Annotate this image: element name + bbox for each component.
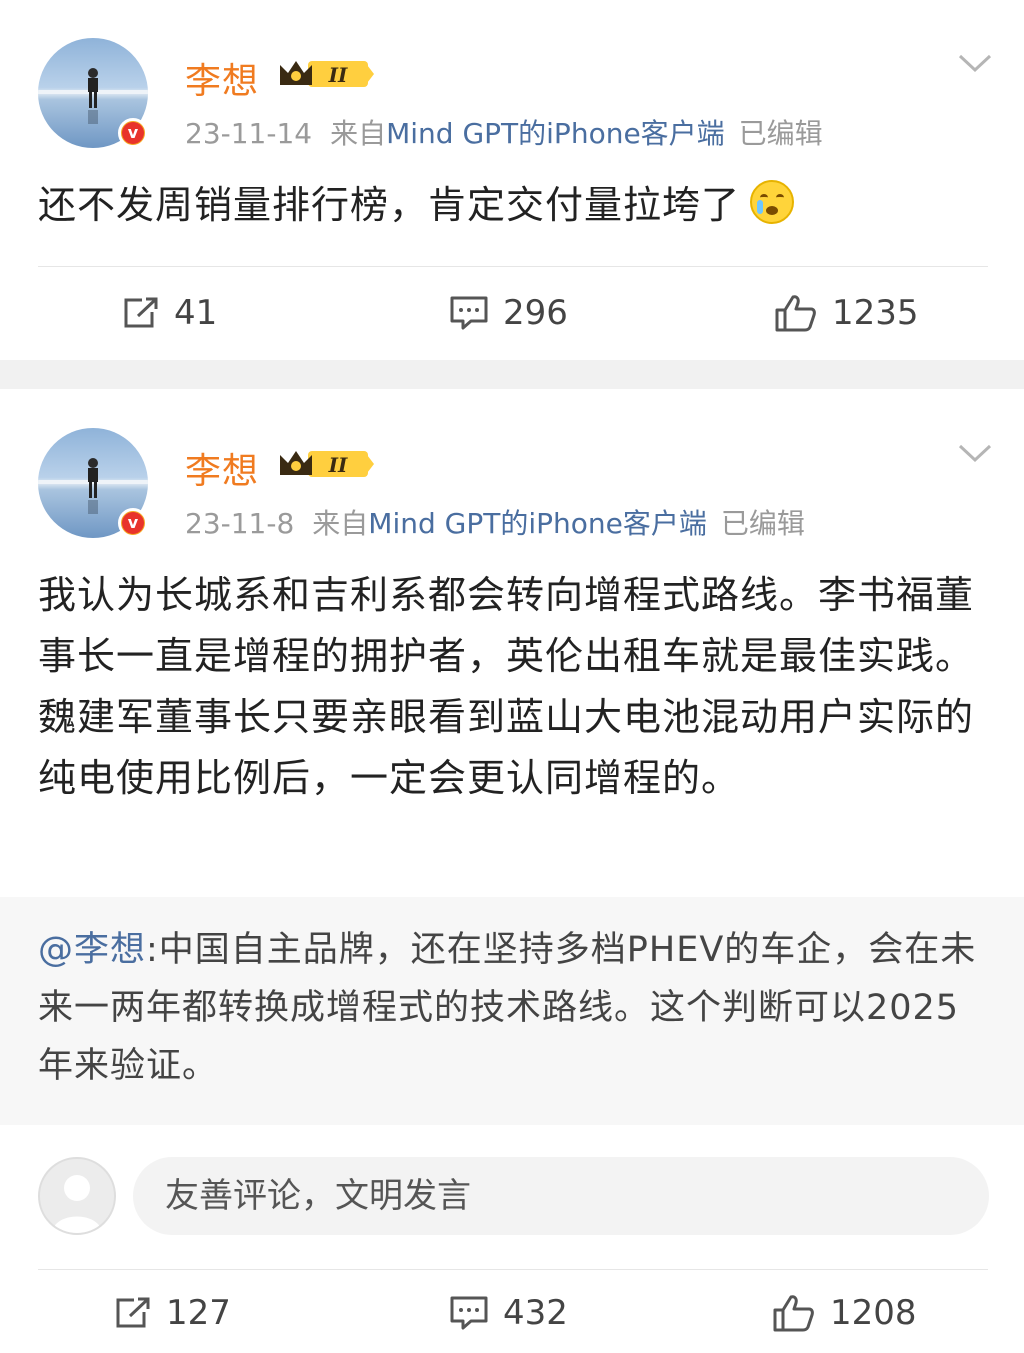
source-prefix: 来自 xyxy=(312,507,369,540)
post-date: 23-11-14 xyxy=(185,117,313,150)
quoted-post[interactable]: @李想:中国自主品牌，还在坚持多档PHEV的车企，会在未来一两年都转换成增程式的… xyxy=(0,897,1024,1125)
comment-count: 296 xyxy=(503,293,568,333)
post-meta: 23-11-14 来自Mind GPT的iPhone客户端 已编辑 xyxy=(185,112,823,152)
svg-text:II: II xyxy=(328,63,348,87)
post-separator xyxy=(0,360,1024,389)
post-content[interactable]: 还不发周销量排行榜，肯定交付量拉垮了 xyxy=(38,175,988,236)
chevron-down-icon[interactable] xyxy=(958,52,992,74)
source-prefix: 来自 xyxy=(330,117,387,150)
divider xyxy=(38,1269,988,1270)
default-avatar-icon xyxy=(52,1175,102,1233)
vip-crown-badge-icon[interactable]: II xyxy=(278,57,376,91)
edited-label[interactable]: 已编辑 xyxy=(739,117,823,150)
repost-count: 41 xyxy=(174,293,218,333)
action-bar: 41 296 1235 xyxy=(0,283,1024,343)
quoted-body: :中国自主品牌，还在坚持多档PHEV的车企，会在未来一两年都转换成增程式的技术路… xyxy=(38,930,977,1086)
comment-button[interactable]: 296 xyxy=(449,283,568,343)
repost-button[interactable]: 127 xyxy=(114,1283,231,1343)
post-text: 还不发周销量排行榜，肯定交付量拉垮了 xyxy=(38,183,741,227)
action-bar: 127 432 1208 xyxy=(0,1283,1024,1343)
divider xyxy=(38,266,988,267)
user-avatar[interactable] xyxy=(38,1157,116,1235)
like-count: 1208 xyxy=(830,1293,917,1333)
svg-text:II: II xyxy=(328,453,348,477)
like-count: 1235 xyxy=(832,293,919,333)
repost-button[interactable]: 41 xyxy=(122,283,217,343)
author-name[interactable]: 李想 xyxy=(185,442,259,494)
client-link[interactable]: Mind GPT的iPhone客户端 xyxy=(368,507,707,540)
thumbs-up-icon xyxy=(775,295,816,332)
post-date: 23-11-8 xyxy=(185,507,295,540)
comment-button[interactable]: 432 xyxy=(449,1283,568,1343)
quoted-text: @李想:中国自主品牌，还在坚持多档PHEV的车企，会在未来一两年都转换成增程式的… xyxy=(38,921,988,1095)
comment-count: 432 xyxy=(503,1293,568,1333)
client-link[interactable]: Mind GPT的iPhone客户端 xyxy=(386,117,725,150)
like-button[interactable]: 1235 xyxy=(774,283,919,343)
comment-icon xyxy=(450,1296,488,1330)
verified-badge-icon: v xyxy=(118,118,148,148)
crying-face-icon xyxy=(750,180,795,224)
verified-badge-icon: v xyxy=(118,508,148,538)
post-card[interactable]: v 李想 II 23-11-14 来自Mind GPT的iPhone客户端 已编辑 … xyxy=(0,0,1024,360)
mention-link[interactable]: @李想 xyxy=(38,930,146,970)
vip-crown-badge-icon[interactable]: II xyxy=(278,447,376,481)
author-name[interactable]: 李想 xyxy=(185,52,259,104)
like-button[interactable]: 1208 xyxy=(772,1283,917,1343)
repost-icon xyxy=(124,297,158,328)
thumbs-up-icon xyxy=(773,1295,814,1332)
repost-icon xyxy=(116,1297,150,1328)
comment-icon xyxy=(450,296,488,330)
chevron-down-icon[interactable] xyxy=(958,442,992,464)
post-meta: 23-11-8 来自Mind GPT的iPhone客户端 已编辑 xyxy=(185,502,805,542)
comment-input[interactable]: 友善评论，文明发言 xyxy=(133,1157,989,1235)
post-card[interactable]: v 李想 II 23-11-8 来自Mind GPT的iPhone客户端 已编辑 我… xyxy=(0,389,1024,1353)
repost-count: 127 xyxy=(166,1293,231,1333)
post-content[interactable]: 我认为长城系和吉利系都会转向增程式路线。李书福董事长一直是增程的拥护者，英伦出租… xyxy=(38,565,988,809)
edited-label[interactable]: 已编辑 xyxy=(721,507,805,540)
